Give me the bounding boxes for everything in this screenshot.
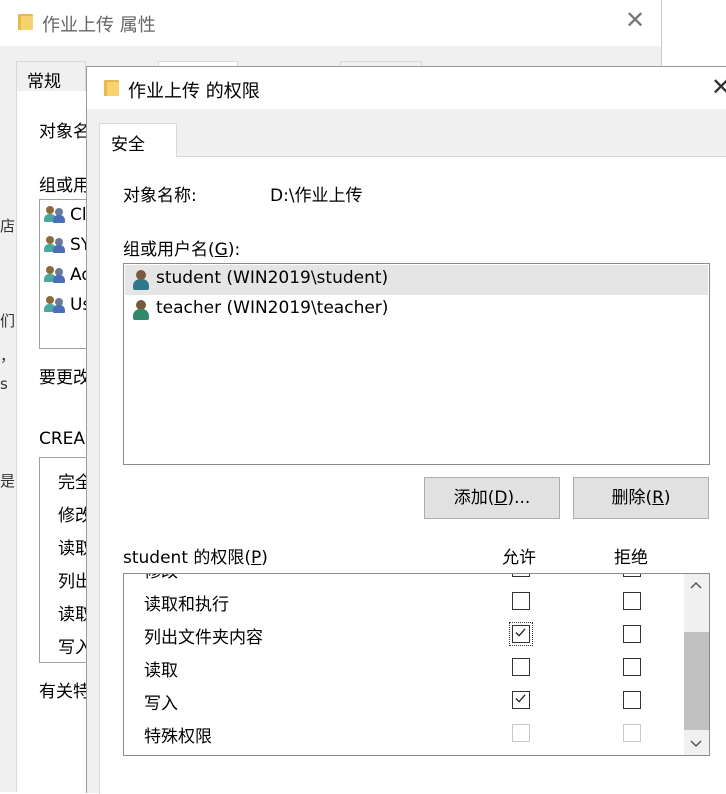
deny-checkbox[interactable] (623, 592, 641, 610)
allow-checkbox (512, 724, 530, 742)
allow-checkbox[interactable] (509, 622, 533, 646)
scroll-up-icon[interactable] (690, 580, 702, 592)
deny-header: 拒绝 (614, 548, 648, 568)
allow-checkbox[interactable] (512, 592, 530, 610)
users-group-icon (44, 265, 66, 283)
folder-icon (104, 80, 119, 96)
permission-name: 修改 (144, 574, 178, 582)
users-group-icon (44, 205, 66, 223)
creator-fragment: CREA (39, 429, 86, 449)
user-name: teacher (WIN2019\teacher) (156, 298, 389, 318)
properties-titlebar: 作业上传 属性 ✕ (0, 0, 661, 46)
permission-row: 写入 (124, 684, 684, 717)
user-icon (133, 270, 149, 290)
tab-security-label: 安全 (111, 135, 145, 155)
user-name: student (WIN2019\student) (156, 268, 389, 288)
remove-button[interactable]: 删除(R) (573, 477, 709, 519)
permission-name: 读取 (144, 661, 178, 681)
properties-title: 作业上传 属性 (42, 15, 156, 36)
permissions-dialog: 作业上传 的权限 ✕ 安全 对象名称: D:\作业上传 组或用户名(G): st… (86, 66, 726, 794)
bg-user-fragment: Cl (70, 205, 87, 225)
permissions-label: student 的权限(P) (123, 548, 268, 568)
check-icon (515, 628, 526, 637)
allow-header: 允许 (502, 548, 536, 568)
permission-name: 列出文件夹内容 (144, 628, 263, 648)
deny-checkbox[interactable] (623, 574, 641, 577)
check-icon (515, 694, 526, 703)
group-or-user-label: 组或用户名(G): (123, 240, 241, 260)
allow-checkbox[interactable] (512, 691, 530, 709)
permission-name: 读取和执行 (144, 595, 229, 615)
add-button[interactable]: 添加(D)... (424, 477, 560, 519)
properties-close-icon[interactable]: ✕ (625, 6, 645, 34)
permissions-list[interactable]: 修改 读取和执行 列出文件夹内容 读取 写入 (123, 573, 710, 756)
permission-row: 特殊权限 (124, 717, 684, 750)
object-name-fragment: 对象名 (39, 122, 90, 142)
scroll-down-icon[interactable] (690, 737, 702, 749)
permission-row: 读取 (124, 651, 684, 684)
users-group-icon (44, 235, 66, 253)
allow-checkbox[interactable] (512, 574, 530, 577)
edge-fragment: 是 (0, 472, 16, 490)
tab-general-label: 常规 (27, 72, 61, 92)
footer-fragment: 有关特 (39, 682, 90, 702)
object-name-label: 对象名称: (123, 186, 197, 206)
deny-checkbox[interactable] (623, 691, 641, 709)
tab-general[interactable]: 常规 (16, 61, 86, 92)
permissions-scrollbar[interactable] (684, 574, 709, 755)
edge-fragment: 们 (0, 312, 16, 330)
permission-name: 写入 (144, 694, 178, 714)
allow-checkbox[interactable] (512, 658, 530, 676)
dialog-title: 作业上传 的权限 (128, 81, 260, 102)
deny-checkbox (623, 724, 641, 742)
scroll-thumb[interactable] (684, 632, 709, 730)
users-list[interactable]: student (WIN2019\student) teacher (WIN20… (123, 263, 710, 465)
change-hint-fragment: 要更改 (39, 368, 90, 388)
object-name-value: D:\作业上传 (270, 186, 363, 206)
group-fragment: 组或用 (39, 176, 90, 196)
list-item-teacher[interactable]: teacher (WIN2019\teacher) (125, 295, 708, 325)
user-icon (133, 300, 149, 320)
edge-fragment: ， (0, 347, 16, 365)
deny-checkbox[interactable] (623, 625, 641, 643)
permission-name: 特殊权限 (144, 727, 212, 747)
permission-row: 列出文件夹内容 (124, 618, 684, 651)
edge-fragment: s (0, 375, 8, 393)
permissions-titlebar: 作业上传 的权限 ✕ (87, 67, 726, 109)
users-group-icon (44, 295, 66, 313)
dialog-close-icon[interactable]: ✕ (711, 73, 726, 101)
list-item-student[interactable]: student (WIN2019\student) (125, 265, 708, 295)
folder-icon (18, 14, 33, 30)
permission-row: 读取和执行 (124, 585, 684, 618)
permission-row-partial: 修改 (124, 574, 684, 585)
deny-checkbox[interactable] (623, 658, 641, 676)
tab-security[interactable]: 安全 (99, 123, 177, 157)
edge-fragment: 店 (0, 217, 16, 235)
